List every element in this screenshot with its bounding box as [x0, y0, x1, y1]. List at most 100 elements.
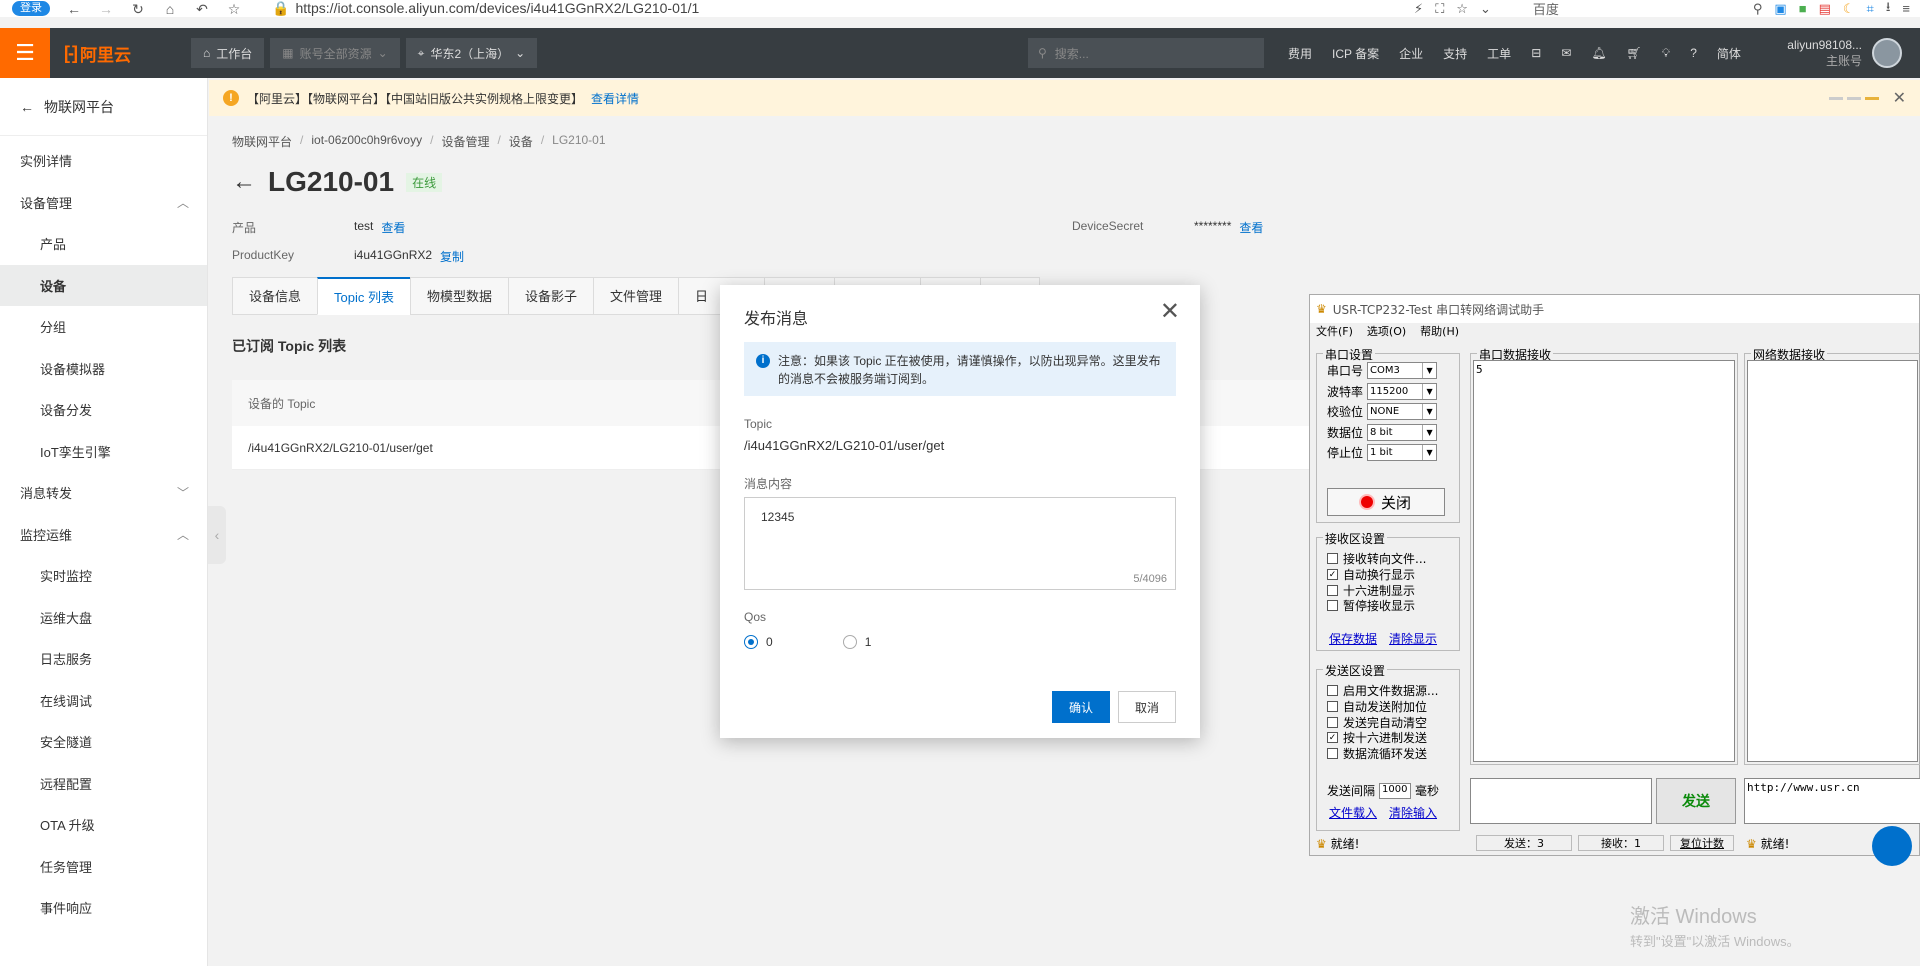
user-menu[interactable]: aliyun98108... 主账号: [1787, 28, 1902, 78]
checkbox-option[interactable]: ✓ 按十六进制发送: [1327, 729, 1427, 746]
qos-radio-1[interactable]: 1: [842, 635, 871, 649]
copy-productkey-link[interactable]: 复制: [440, 248, 464, 265]
notice-details-link[interactable]: 查看详情: [591, 90, 639, 107]
language-switch[interactable]: 简体: [1717, 45, 1741, 62]
home-icon[interactable]: ⌂: [162, 2, 178, 16]
undo-icon[interactable]: ↶: [194, 2, 210, 16]
cart-icon[interactable]: 🛒︎: [1627, 46, 1642, 60]
sidebar-item[interactable]: 监控运维 ︿: [0, 514, 207, 556]
tab-topic-list[interactable]: Topic 列表: [317, 277, 410, 315]
moon-icon[interactable]: ☾: [1843, 1, 1855, 17]
sidebar-back-button[interactable]: ← 物联网平台: [0, 78, 207, 136]
cancel-button[interactable]: 取消: [1118, 691, 1176, 723]
account-resources-dropdown[interactable]: ▦ 账号全部资源 ⌄: [270, 38, 400, 68]
cloud-shell-icon[interactable]: ⊟: [1531, 46, 1541, 60]
sidebar-item[interactable]: 设备: [0, 264, 207, 306]
checkbox-option[interactable]: 启用文件数据源...: [1327, 682, 1438, 699]
checkbox[interactable]: [1327, 600, 1338, 612]
usr-title-bar[interactable]: ♛ USR-TCP232-Test 串口转网络调试助手: [1310, 295, 1919, 323]
tab-device-info[interactable]: 设备信息: [232, 277, 318, 315]
sidebar-item[interactable]: 事件响应: [0, 887, 207, 929]
aliyun-logo[interactable]: [-] 阿里云: [64, 41, 131, 66]
reset-count-button[interactable]: 复位计数: [1670, 835, 1734, 851]
checkbox[interactable]: [1327, 700, 1338, 712]
avatar[interactable]: [1872, 38, 1902, 68]
checkbox[interactable]: ✓: [1327, 568, 1338, 580]
menu-icon[interactable]: ≡: [1902, 1, 1910, 16]
sidebar-item[interactable]: 运维大盘: [0, 597, 207, 639]
serial-setting-select[interactable]: 115200 ▼: [1367, 382, 1438, 400]
hamburger-icon[interactable]: ☰: [0, 28, 50, 78]
tab-file-management[interactable]: 文件管理: [593, 277, 679, 315]
chevron-down-icon[interactable]: ⌄: [1480, 1, 1491, 17]
address-bar[interactable]: 🔒 https://iot.console.aliyun.com/devices/…: [272, 0, 699, 17]
qos-radio-0[interactable]: 0: [744, 635, 773, 649]
menu-file[interactable]: 文件(F): [1316, 323, 1353, 341]
sidebar-item[interactable]: 安全隧道: [0, 721, 207, 763]
sidebar-item[interactable]: 设备模拟器: [0, 348, 207, 390]
serial-send-input[interactable]: [1470, 778, 1652, 824]
back-arrow-icon[interactable]: ←: [232, 170, 256, 194]
close-port-button[interactable]: 关闭: [1327, 488, 1445, 516]
clear-input-link[interactable]: 清除输入: [1389, 804, 1437, 821]
search-icon[interactable]: ⚲: [1753, 1, 1763, 17]
lightbulb-icon[interactable]: 💡︎: [1662, 46, 1670, 61]
reload-icon[interactable]: ↻: [130, 2, 146, 16]
network-send-input[interactable]: http://www.usr.cn: [1744, 778, 1920, 824]
translate-icon[interactable]: ▣: [1774, 1, 1786, 17]
breadcrumb-item[interactable]: iot-06z00c0h9r6voyy: [311, 133, 422, 150]
sidebar-collapse-handle[interactable]: ‹: [208, 506, 226, 564]
sidebar-item[interactable]: 产品: [0, 223, 207, 265]
checkbox[interactable]: [1327, 716, 1338, 728]
send-button[interactable]: 发送: [1656, 778, 1736, 824]
windows-icon[interactable]: ■: [1799, 1, 1807, 16]
sidebar-item[interactable]: 远程配置: [0, 763, 207, 805]
star-icon[interactable]: ☆: [226, 2, 242, 16]
checkbox-option[interactable]: 自动发送附加位: [1327, 698, 1427, 715]
network-receive-area[interactable]: [1747, 360, 1918, 762]
console-search-input[interactable]: ⚲ 搜索...: [1028, 38, 1264, 68]
serial-setting-select[interactable]: NONE ▼: [1367, 403, 1438, 420]
checkbox[interactable]: [1327, 685, 1338, 696]
sidebar-item[interactable]: 日志服务: [0, 638, 207, 680]
save-data-link[interactable]: 保存数据: [1329, 630, 1377, 647]
serial-setting-select[interactable]: 1 bit ▼: [1367, 444, 1438, 461]
floating-help-button[interactable]: [1872, 826, 1912, 866]
checkbox-option[interactable]: ✓ 自动换行显示: [1327, 566, 1415, 583]
favorite-icon[interactable]: ☆: [1456, 1, 1468, 17]
serial-receive-area[interactable]: 5: [1473, 360, 1735, 762]
download-icon[interactable]: ⭳: [1886, 0, 1891, 20]
lightning-icon[interactable]: ⚡: [1414, 1, 1423, 17]
forward-icon[interactable]: →: [98, 2, 114, 16]
view-product-link[interactable]: 查看: [381, 219, 405, 236]
sidebar-item[interactable]: 任务管理: [0, 846, 207, 888]
confirm-button[interactable]: 确认: [1052, 691, 1110, 723]
notice-pager[interactable]: [1828, 96, 1879, 100]
top-link-billing[interactable]: 费用: [1288, 45, 1312, 62]
top-link-icp[interactable]: ICP 备案: [1332, 45, 1379, 62]
checkbox-option[interactable]: 接收转向文件...: [1327, 550, 1426, 567]
help-icon[interactable]: ?: [1690, 46, 1697, 60]
view-secret-link[interactable]: 查看: [1239, 219, 1263, 236]
bell-icon[interactable]: 🔔︎: [1591, 46, 1606, 60]
serial-setting-select[interactable]: 8 bit ▼: [1367, 423, 1438, 441]
workbench-button[interactable]: ⌂ 工作台: [190, 38, 265, 68]
menu-help[interactable]: 帮助(H): [1420, 323, 1459, 341]
sidebar-item[interactable]: 在线调试: [0, 680, 207, 722]
tab-device-shadow[interactable]: 设备影子: [508, 277, 594, 315]
checkbox-option[interactable]: 十六进制显示: [1327, 582, 1415, 599]
menu-options[interactable]: 选项(O): [1367, 323, 1406, 341]
top-link-support[interactable]: 支持: [1443, 45, 1467, 62]
pdf-icon[interactable]: ▤: [1819, 1, 1831, 17]
back-icon[interactable]: ←: [66, 2, 82, 16]
close-icon[interactable]: ✕: [1893, 88, 1906, 108]
sidebar-item[interactable]: 消息转发 ﹀: [0, 472, 207, 514]
sidebar-item[interactable]: OTA 升级: [0, 804, 207, 846]
region-dropdown[interactable]: ⌖ 华东2（上海） ⌄: [405, 38, 538, 68]
message-icon[interactable]: ✉: [1561, 46, 1571, 60]
sidebar-item[interactable]: 实例详情: [0, 140, 207, 182]
sidebar-item[interactable]: 设备分发: [0, 389, 207, 431]
breadcrumb-item[interactable]: 物联网平台: [232, 133, 292, 150]
screenshot-icon[interactable]: ⛶: [1435, 1, 1444, 17]
search-engine-label[interactable]: 百度: [1533, 0, 1559, 18]
